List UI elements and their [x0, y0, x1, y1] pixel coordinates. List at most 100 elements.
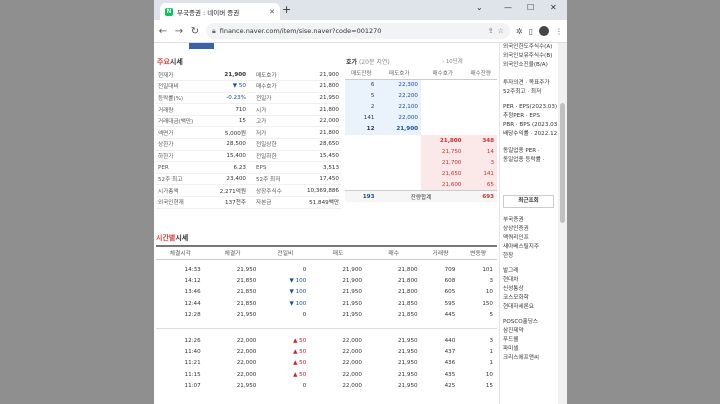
sidebar-item: 추정PER · EPS — [503, 113, 540, 119]
sidebar-item[interactable]: POSCO홀딩스 — [503, 318, 557, 327]
sidebar-item[interactable]: 코스모화학 — [503, 294, 557, 303]
sise-label: 매도호가 — [248, 69, 295, 82]
sidebar-item[interactable]: 푸드웰 — [503, 336, 557, 345]
tick-sell: 22,000 — [342, 349, 362, 356]
sidebar-item[interactable]: 맥쿼리인프 — [503, 234, 557, 243]
sise-label: 저가 — [248, 126, 295, 140]
sise-value: ▼ 50 — [202, 80, 248, 93]
tick-sell: 21,900 — [342, 278, 362, 285]
sidebar-item[interactable]: 한창 — [503, 252, 557, 261]
hoga-sell-row: 6 22,300 — [345, 79, 497, 91]
sise-label: 현재가 — [156, 69, 202, 82]
sise-row: 등락률(%) -0.23% 전일가 21,950 — [156, 92, 341, 105]
recent-header[interactable]: 최근조회 — [503, 195, 554, 208]
empty-cell — [421, 113, 465, 124]
star-icon[interactable]: ☆ — [498, 27, 504, 35]
chevron-down-icon[interactable]: ⌄ — [476, 3, 483, 12]
empty-cell — [345, 135, 377, 146]
empty-cell — [345, 180, 377, 191]
page-content: 주요시세 현재가 21,900 매도호가 21,900 전일대비 ▼ 50 매수호가 21,8… — [154, 43, 567, 404]
sidebar-item: 배당수익률 · 2022.12 — [503, 131, 557, 137]
tick-change: ▼ 100 — [260, 275, 310, 286]
close-icon[interactable]: ✕ — [269, 8, 275, 16]
avatar[interactable] — [539, 26, 549, 36]
empty-cell — [465, 113, 498, 124]
lock-icon[interactable]: 🔒︎ — [212, 27, 216, 36]
maximize-icon[interactable]: ☐ — [527, 3, 534, 12]
tick-time: 11:07 — [184, 383, 201, 390]
tick-title-rest: 시세 — [175, 234, 189, 242]
buy-price: 21,600 — [420, 179, 465, 191]
sidebar-item[interactable]: 파미셀 — [503, 345, 557, 354]
tick-delta: 3 — [489, 278, 493, 285]
browser-tab[interactable]: N 부국증권 : 네이버 증권 ✕ — [160, 3, 280, 20]
sell-price: 22,100 — [377, 101, 421, 113]
url-text[interactable]: finance.naver.com/item/sise.naver?code=0… — [220, 27, 484, 35]
tick-row: 12:44 21,850 ▼ 100 21,950 21,850 595 150 — [156, 298, 497, 309]
tab-indicator — [189, 43, 214, 49]
hoga-total-row: 193 잔량합계 693 — [345, 190, 497, 203]
tick-sell: 22,000 — [342, 360, 362, 367]
sise-label: 거래량 — [156, 103, 202, 116]
buy-qty: 3 — [464, 157, 497, 169]
sidebar-item[interactable]: 새아베스틸지주 — [503, 243, 557, 252]
forward-icon[interactable]: → — [174, 26, 184, 37]
sidepanel-icon[interactable]: ▯ — [529, 27, 533, 36]
extensions-icon[interactable]: ✲ — [516, 27, 523, 36]
scrollbar-thumb[interactable] — [560, 103, 565, 223]
new-tab-icon[interactable]: + — [282, 4, 291, 15]
tick-buy: 21,800 — [398, 289, 418, 296]
reload-icon[interactable]: ↻ — [190, 26, 200, 37]
tick-header: 매도 — [310, 245, 366, 260]
tick-price: 21,950 — [236, 383, 257, 390]
tick-time: 12:28 — [184, 312, 201, 319]
sise-row: 액면가 5,000원 저가 21,800 — [156, 126, 341, 140]
ten-level-link[interactable]: › 10단계 — [442, 57, 463, 65]
hoga-header: 매도호가 — [377, 68, 421, 80]
sidebar-item[interactable]: 현대자세론요 — [503, 303, 557, 312]
tick-row: 13:46 21,850 ▼ 100 21,950 21,800 605 10 — [156, 287, 497, 298]
sidebar-item[interactable]: 크리스에프앤씨 — [503, 354, 557, 363]
sidebar-item[interactable]: 삼진제약 — [503, 327, 557, 336]
omnibox[interactable]: 🔒︎ finance.naver.com/item/sise.naver?cod… — [206, 23, 510, 39]
sise-label: 전일대비 — [156, 80, 202, 93]
tick-price: 21,950 — [236, 312, 257, 319]
tick-vol: 595 — [444, 300, 456, 307]
sise-value: 17,450 — [294, 172, 341, 186]
tick-price: 22,000 — [236, 337, 257, 344]
hoga-header: 매수호가 — [420, 68, 465, 80]
sise-value: -0.23% — [202, 92, 248, 105]
minimize-icon[interactable]: — — [504, 3, 512, 12]
tick-buy: 21,950 — [398, 360, 418, 367]
sise-row: 전일대비 ▼ 50 매수호가 21,800 — [156, 80, 341, 93]
tick-buy: 21,950 — [398, 337, 418, 344]
sise-value: 10,369,886 — [294, 184, 341, 198]
tick-divider — [156, 320, 497, 330]
tick-price: 22,000 — [236, 360, 257, 367]
scrollbar[interactable] — [558, 43, 567, 404]
sise-label: 상한가 — [156, 138, 202, 151]
sidebar-item[interactable]: 신성통상 — [503, 285, 557, 294]
close-window-icon[interactable]: ✕ — [550, 3, 557, 12]
sidebar-item[interactable]: 부국증권 — [503, 216, 557, 225]
sise-title-rest: 시세 — [169, 58, 183, 66]
tick-change: 0 — [260, 381, 310, 392]
buy-price: 21,800 — [420, 134, 465, 147]
menu-icon[interactable]: ⋮ — [555, 27, 563, 36]
tick-sell: 21,950 — [342, 289, 362, 296]
hoga-sell-row: 12 21,900 — [345, 123, 497, 135]
sise-value: 51,849백만 — [294, 196, 341, 209]
sise-row: 거래량 710 시가 21,800 — [156, 103, 341, 116]
sise-value: 2,271억원 — [202, 184, 248, 198]
sise-row: 52주 최고 23,400 52주 최저 17,450 — [156, 172, 341, 186]
tick-change: 0 — [260, 310, 310, 321]
share-icon[interactable]: ⇪ — [488, 27, 494, 35]
sidebar-item[interactable]: 상상인증권 — [503, 225, 557, 234]
sidebar-item[interactable]: 현대차 — [503, 276, 557, 285]
tick-delta: 3 — [489, 337, 493, 344]
sise-value: 21,800 — [294, 103, 341, 116]
sise-value: 28,650 — [294, 138, 341, 151]
sidebar-item[interactable]: 발그레 — [503, 267, 557, 276]
back-icon[interactable]: ← — [158, 26, 168, 37]
tick-vol: 437 — [444, 349, 456, 356]
